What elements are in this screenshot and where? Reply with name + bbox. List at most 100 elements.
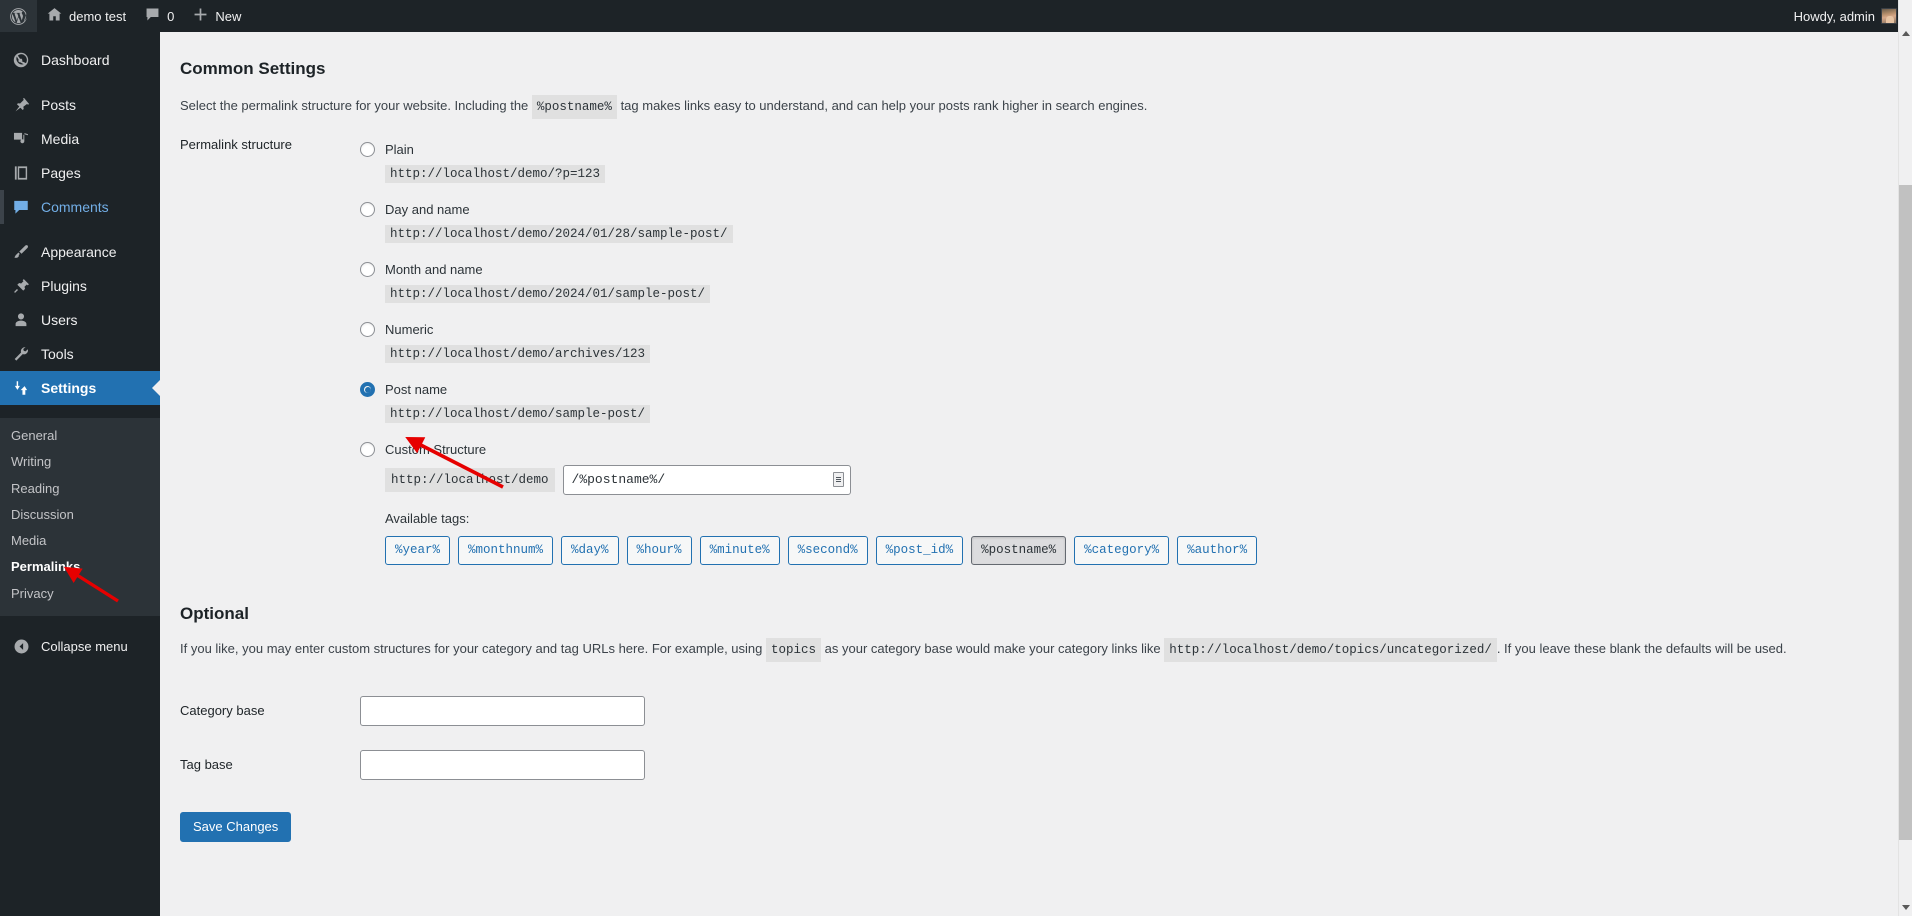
tag-base-input[interactable] bbox=[360, 749, 645, 780]
scroll-up-arrow-icon[interactable] bbox=[1899, 26, 1912, 40]
wrench-icon bbox=[11, 344, 31, 364]
custom-structure-input[interactable] bbox=[562, 464, 851, 495]
sidebar-item-label: Appearance bbox=[41, 244, 117, 260]
wordpress-logo-button[interactable] bbox=[0, 0, 37, 32]
tag-button-category[interactable]: %category% bbox=[1074, 535, 1170, 565]
save-changes-button[interactable]: Save Changes bbox=[180, 811, 292, 842]
comments-bubble-button[interactable]: 0 bbox=[135, 0, 183, 32]
option-day-and-name-example-wrap: http://localhost/demo/2024/01/28/sample-… bbox=[360, 223, 1257, 257]
custom-structure-input-wrap bbox=[562, 464, 851, 495]
category-base-row: Category base bbox=[180, 684, 645, 738]
scroll-down-arrow-icon[interactable] bbox=[1899, 900, 1912, 914]
sidebar-subitem-permalinks[interactable]: Permalinks bbox=[0, 554, 160, 580]
submit-wrapper: Save Changes bbox=[180, 792, 1912, 842]
sidebar-item-tools[interactable]: Tools bbox=[0, 337, 160, 371]
sidebar-item-label: Pages bbox=[41, 165, 81, 181]
option-post-name[interactable]: Post name bbox=[360, 377, 1257, 403]
sidebar-item-appearance[interactable]: Appearance bbox=[0, 235, 160, 269]
pages-icon bbox=[11, 163, 31, 183]
sidebar-subitem-discussion[interactable]: Discussion bbox=[0, 502, 160, 528]
custom-structure-prefix: http://localhost/demo bbox=[385, 467, 555, 492]
option-day-and-name[interactable]: Day and name bbox=[360, 197, 1257, 223]
tag-base-label: Tag base bbox=[180, 757, 233, 773]
media-icon bbox=[11, 129, 31, 149]
option-plain[interactable]: Plain bbox=[360, 137, 1257, 163]
sidebar-item-comments[interactable]: Comments bbox=[0, 190, 160, 224]
tag-button-postname[interactable]: %postname% bbox=[971, 535, 1067, 565]
option-plain-example: http://localhost/demo/?p=123 bbox=[385, 164, 606, 183]
tag-button-monthnum[interactable]: %monthnum% bbox=[458, 535, 554, 565]
resize-handle-icon[interactable] bbox=[832, 471, 844, 487]
site-name-menu[interactable]: demo test bbox=[37, 0, 135, 32]
sidebar-item-posts[interactable]: Posts bbox=[0, 88, 160, 122]
option-month-and-name-example-wrap: http://localhost/demo/2024/01/sample-pos… bbox=[360, 283, 1257, 317]
permalink-structure-label: Permalink structure bbox=[180, 136, 292, 152]
optional-title: Optional bbox=[180, 603, 249, 623]
menu-spacer-top bbox=[0, 32, 160, 43]
sliders-icon bbox=[11, 378, 31, 398]
option-plain-example-wrap: http://localhost/demo/?p=123 bbox=[360, 163, 1257, 197]
comments-count: 0 bbox=[167, 8, 175, 24]
sidebar-subitem-privacy[interactable]: Privacy bbox=[0, 581, 160, 607]
sidebar-subitem-reading[interactable]: Reading bbox=[0, 476, 160, 502]
radio-plain[interactable] bbox=[360, 142, 375, 158]
option-month-and-name-label: Month and name bbox=[385, 262, 483, 278]
permalink-options-cell: Plain http://localhost/demo/?p=123 Day a… bbox=[360, 137, 1258, 565]
category-base-input[interactable] bbox=[360, 695, 645, 726]
main-content: Common Settings Select the permalink str… bbox=[160, 32, 1912, 916]
permalink-structure-table: Permalink structure Plain http://localho… bbox=[180, 136, 1258, 565]
option-post-name-example: http://localhost/demo/sample-post/ bbox=[385, 404, 651, 423]
radio-numeric[interactable] bbox=[360, 322, 375, 338]
option-numeric-example: http://localhost/demo/archives/123 bbox=[385, 344, 651, 363]
radio-post-name[interactable] bbox=[360, 382, 375, 398]
option-numeric[interactable]: Numeric bbox=[360, 317, 1257, 343]
tag-button-second[interactable]: %second% bbox=[787, 535, 868, 565]
collapse-wrapper: Collapse menu bbox=[0, 629, 160, 663]
tag-button-day[interactable]: %day% bbox=[561, 535, 619, 565]
option-numeric-example-wrap: http://localhost/demo/archives/123 bbox=[360, 343, 1257, 377]
scroll-thumb[interactable] bbox=[1899, 185, 1912, 840]
optional-desc-part-3: . If you leave these blank the defaults … bbox=[1496, 640, 1787, 656]
plug-icon bbox=[11, 276, 31, 296]
tag-button-year[interactable]: %year% bbox=[385, 535, 451, 565]
option-custom-structure-label: Custom Structure bbox=[385, 442, 487, 458]
permalink-structure-row: Permalink structure Plain http://localho… bbox=[180, 136, 1258, 565]
option-month-and-name-example: http://localhost/demo/2024/01/sample-pos… bbox=[385, 284, 711, 303]
sidebar-item-pages[interactable]: Pages bbox=[0, 156, 160, 190]
sidebar-item-users[interactable]: Users bbox=[0, 303, 160, 337]
sidebar-item-media[interactable]: Media bbox=[0, 122, 160, 156]
sidebar-item-label: Comments bbox=[41, 199, 109, 215]
settings-submenu: General Writing Reading Discussion Media… bbox=[0, 418, 160, 617]
tag-button-author[interactable]: %author% bbox=[1177, 535, 1258, 565]
option-month-and-name[interactable]: Month and name bbox=[360, 257, 1257, 283]
site-name-label: demo test bbox=[69, 8, 127, 24]
page-scrollbar[interactable] bbox=[1898, 0, 1912, 916]
tag-button-hour[interactable]: %hour% bbox=[626, 535, 692, 565]
new-label: New bbox=[215, 8, 242, 24]
radio-day-and-name[interactable] bbox=[360, 202, 375, 218]
sidebar-item-plugins[interactable]: Plugins bbox=[0, 269, 160, 303]
new-content-menu[interactable]: New bbox=[183, 0, 250, 32]
sidebar-subitem-media[interactable]: Media bbox=[0, 528, 160, 554]
tag-button-minute[interactable]: %minute% bbox=[699, 535, 780, 565]
option-custom-structure[interactable]: Custom Structure bbox=[360, 437, 1257, 463]
desc-part-1: Select the permalink structure for your … bbox=[180, 97, 529, 113]
dashboard-icon bbox=[11, 50, 31, 70]
avatar bbox=[1881, 8, 1897, 24]
optional-table: Category base Tag base bbox=[180, 684, 645, 792]
sidebar-item-label: Media bbox=[41, 131, 80, 147]
optional-desc-part-2: as your category base would make your ca… bbox=[824, 640, 1161, 656]
option-numeric-label: Numeric bbox=[385, 322, 434, 338]
sidebar-subitem-general[interactable]: General bbox=[0, 423, 160, 449]
radio-month-and-name[interactable] bbox=[360, 262, 375, 278]
sidebar-item-settings[interactable]: Settings bbox=[0, 371, 160, 405]
plus-icon bbox=[192, 6, 209, 26]
sidebar-item-dashboard[interactable]: Dashboard bbox=[0, 43, 160, 77]
custom-structure-row: http://localhost/demo bbox=[360, 463, 1257, 495]
my-account-menu[interactable]: Howdy, admin bbox=[1785, 0, 1906, 32]
radio-custom-structure[interactable] bbox=[360, 442, 375, 458]
sidebar-subitem-writing[interactable]: Writing bbox=[0, 449, 160, 475]
common-settings-description: Select the permalink structure for your … bbox=[180, 94, 1880, 119]
collapse-menu-button[interactable]: Collapse menu bbox=[0, 629, 160, 663]
tag-button-post-id[interactable]: %post_id% bbox=[875, 535, 964, 565]
